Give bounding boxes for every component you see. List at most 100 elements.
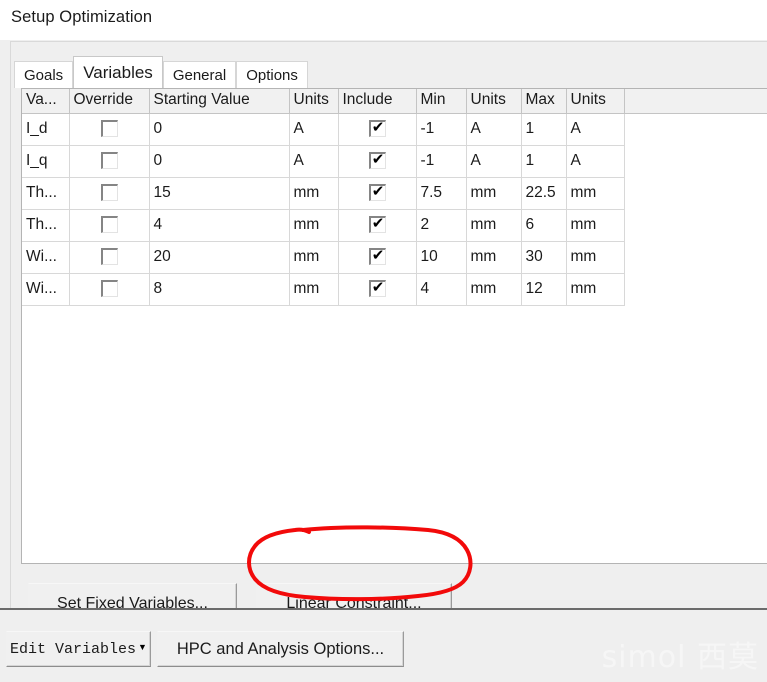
col-header-starting-value[interactable]: Starting Value [149,89,290,114]
cell-max-units[interactable]: mm [566,209,625,242]
cell-min[interactable]: 7.5 [416,177,467,210]
cell-starting-value[interactable]: 4 [149,209,290,242]
col-header-max[interactable]: Max [521,89,567,114]
cell-include[interactable]: ✔ [338,273,417,306]
cell-max[interactable]: 30 [521,241,567,274]
tab-variables[interactable]: Variables [73,56,163,88]
cell-min[interactable]: 2 [416,209,467,242]
override-checkbox[interactable] [100,183,118,201]
cell-variable[interactable]: Wi... [22,273,70,306]
cell-variable[interactable]: I_q [22,145,70,178]
table-row[interactable]: I_d 0 A ✔ -1 A 1 A [22,113,767,146]
cell-starting-value[interactable]: 8 [149,273,290,306]
page-title: Setup Optimization [11,8,153,26]
override-checkbox[interactable] [100,247,118,265]
cell-min-units[interactable]: mm [466,241,522,274]
cell-start-units[interactable]: mm [289,273,339,306]
cell-include[interactable]: ✔ [338,145,417,178]
col-header-min[interactable]: Min [416,89,467,114]
table-row[interactable]: Th... 4 mm ✔ 2 mm 6 mm [22,209,767,242]
table-row[interactable]: Th... 15 mm ✔ 7.5 mm 22.5 mm [22,177,767,210]
table-row[interactable]: Wi... 8 mm ✔ 4 mm 12 mm [22,273,767,306]
cell-start-units[interactable]: mm [289,177,339,210]
tab-general[interactable]: General [162,61,237,88]
cell-override[interactable] [69,113,150,146]
cell-max[interactable]: 22.5 [521,177,567,210]
cell-start-units[interactable]: mm [289,209,339,242]
cell-min-units[interactable]: mm [466,209,522,242]
tab-strip: Goals Variables General Options [14,56,308,88]
override-checkbox[interactable] [100,215,118,233]
include-checkbox[interactable]: ✔ [368,245,386,265]
cell-min-units[interactable]: A [466,145,522,178]
table-row[interactable]: I_q 0 A ✔ -1 A 1 A [22,145,767,178]
cell-max[interactable]: 12 [521,273,567,306]
cell-max[interactable]: 1 [521,113,567,146]
cell-max[interactable]: 1 [521,145,567,178]
cell-start-units[interactable]: A [289,113,339,146]
include-checkbox[interactable]: ✔ [368,182,386,201]
cell-filler [624,145,767,177]
cell-max[interactable]: 6 [521,209,567,242]
cell-include[interactable]: ✔ [338,177,417,210]
cell-starting-value[interactable]: 20 [149,241,290,274]
include-checkbox[interactable]: ✔ [368,213,386,233]
cell-include[interactable]: ✔ [338,113,417,146]
cell-override[interactable] [69,241,150,274]
col-header-filler [624,89,767,114]
cell-override[interactable] [69,177,150,210]
chevron-down-icon: ▼ [138,641,147,652]
cell-min[interactable]: -1 [416,113,467,146]
override-checkbox[interactable] [100,151,118,169]
cell-override[interactable] [69,209,150,242]
cell-start-units[interactable]: mm [289,241,339,274]
cell-starting-value[interactable]: 15 [149,177,290,210]
cell-max-units[interactable]: mm [566,177,625,210]
override-checkbox[interactable] [100,119,118,137]
cell-max-units[interactable]: mm [566,241,625,274]
edit-variables-label: Edit Variables [10,640,137,658]
col-header-variable[interactable]: Va... [22,89,70,114]
footer-bar: Edit Variables ▼ HPC and Analysis Option… [0,610,767,682]
override-checkbox[interactable] [100,279,118,297]
col-header-max-units[interactable]: Units [566,89,625,114]
cell-variable[interactable]: Th... [22,209,70,242]
cell-min-units[interactable]: A [466,113,522,146]
title-bar: Setup Optimization [0,0,767,40]
cell-starting-value[interactable]: 0 [149,145,290,178]
col-header-include[interactable]: Include [338,89,417,114]
cell-min[interactable]: -1 [416,145,467,178]
checkmark-icon: ✔ [371,213,385,232]
cell-override[interactable] [69,273,150,306]
cell-starting-value[interactable]: 0 [149,113,290,146]
cell-include[interactable]: ✔ [338,209,417,242]
cell-variable[interactable]: I_d [22,113,70,146]
col-header-start-units[interactable]: Units [289,89,339,114]
cell-max-units[interactable]: A [566,113,625,146]
cell-include[interactable]: ✔ [338,241,417,274]
cell-min[interactable]: 4 [416,273,467,306]
cell-max-units[interactable]: mm [566,273,625,306]
table-row[interactable]: Wi... 20 mm ✔ 10 mm 30 mm [22,241,767,274]
include-checkbox[interactable]: ✔ [368,118,386,137]
cell-min[interactable]: 10 [416,241,467,274]
cell-min-units[interactable]: mm [466,177,522,210]
cell-max-units[interactable]: A [566,145,625,178]
col-header-override[interactable]: Override [69,89,150,114]
include-checkbox[interactable]: ✔ [368,150,386,169]
edit-variables-dropdown-button[interactable]: Edit Variables ▼ [6,631,151,667]
hpc-and-analysis-options-button[interactable]: HPC and Analysis Options... [157,631,404,667]
cell-filler [624,113,767,145]
cell-filler [624,177,767,209]
cell-variable[interactable]: Wi... [22,241,70,274]
include-checkbox[interactable]: ✔ [368,278,386,297]
cell-min-units[interactable]: mm [466,273,522,306]
col-header-min-units[interactable]: Units [466,89,522,114]
cell-start-units[interactable]: A [289,145,339,178]
checkmark-icon: ✔ [371,245,385,264]
cell-variable[interactable]: Th... [22,177,70,210]
variables-table-panel[interactable]: Va... Override Starting Value Units Incl… [21,88,767,564]
cell-override[interactable] [69,145,150,178]
tab-goals[interactable]: Goals [14,61,74,88]
tab-options[interactable]: Options [236,61,308,88]
